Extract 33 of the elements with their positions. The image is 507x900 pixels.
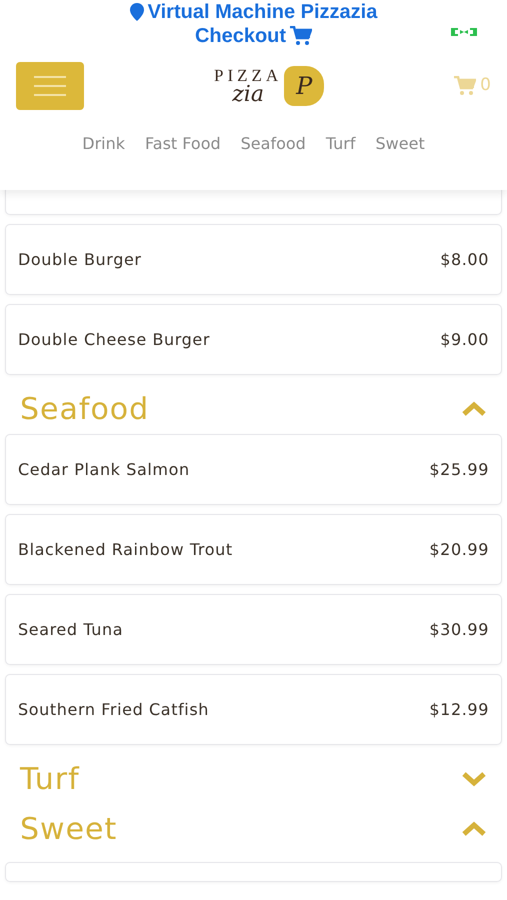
item-card[interactable]: Double Cheese Burger $9.00 — [5, 304, 502, 375]
item-card[interactable]: Blackened Rainbow Trout $20.99 — [5, 514, 502, 585]
category-link[interactable]: Drink — [82, 132, 126, 156]
item-price: $8.00 — [440, 248, 489, 270]
item-price: $9.00 — [440, 328, 489, 350]
item-card[interactable]: Southern Fried Catfish $12.99 — [5, 674, 502, 745]
item-card[interactable]: Cedar Plank Salmon $25.99 — [5, 434, 502, 505]
item-price: $12.99 — [429, 698, 489, 720]
item-card[interactable]: Seared Tuna $30.99 — [5, 594, 502, 665]
item-price: $30.99 — [429, 618, 489, 640]
item-card[interactable]: Double Burger $8.00 — [5, 224, 502, 295]
category-link[interactable]: Seafood — [240, 132, 306, 156]
expand-icon[interactable] — [451, 26, 477, 38]
menu-button[interactable] — [16, 62, 84, 110]
chevron-down-icon[interactable] — [461, 771, 487, 787]
cart-icon — [290, 26, 312, 46]
cart-icon — [454, 76, 476, 96]
item-name: Southern Fried Catfish — [18, 698, 210, 720]
category-link[interactable]: Sweet — [376, 132, 425, 156]
item-price: $20.99 — [429, 538, 489, 560]
chevron-up-icon[interactable] — [461, 401, 487, 417]
category-link[interactable]: Fast Food — [145, 132, 221, 156]
chevron-up-icon[interactable] — [461, 821, 487, 837]
checkout-link[interactable]: Checkout — [194, 24, 312, 48]
item-name: Double Cheese Burger — [18, 328, 210, 350]
map-pin-icon — [130, 3, 144, 21]
item-price: $25.99 — [429, 458, 489, 480]
item-name: Blackened Rainbow Trout — [18, 538, 233, 560]
item-name: Cedar Plank Salmon — [18, 458, 190, 480]
item-name: Double Burger — [18, 248, 142, 270]
item-name: Seared Tuna — [18, 618, 124, 640]
category-link[interactable]: Turf — [326, 132, 356, 156]
location-text[interactable]: Virtual Machine Pizzazia — [130, 0, 378, 24]
